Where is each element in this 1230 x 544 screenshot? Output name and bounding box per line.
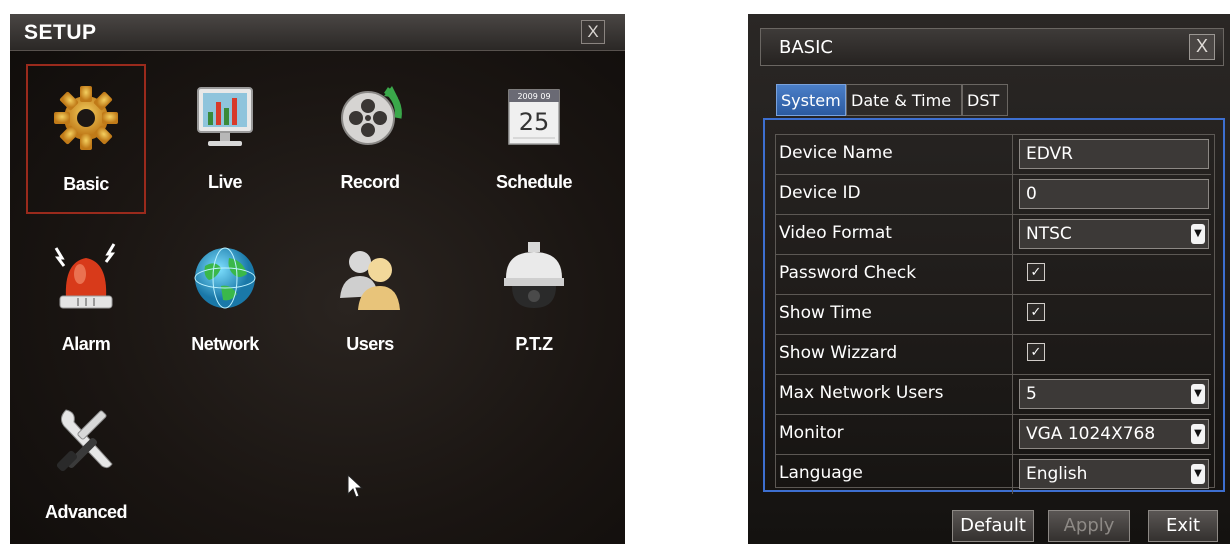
setup-item-label: P.T.Z bbox=[515, 334, 553, 354]
video-format-label: Video Format bbox=[775, 214, 1013, 254]
row-language: Language English ▼ bbox=[775, 454, 1211, 494]
row-show-time: Show Time ✓ bbox=[775, 294, 1211, 335]
alarm-siren-icon bbox=[54, 243, 116, 309]
row-device-id: Device ID 0 bbox=[775, 174, 1211, 215]
max-network-users-select[interactable]: 5 ▼ bbox=[1019, 379, 1209, 409]
apply-button[interactable]: Apply bbox=[1048, 510, 1130, 542]
globe-icon bbox=[194, 247, 256, 309]
setup-item-label: Live bbox=[207, 172, 243, 192]
show-wizzard-label: Show Wizzard bbox=[775, 334, 1013, 374]
setup-item-label: Alarm bbox=[61, 334, 111, 354]
row-video-format: Video Format NTSC ▼ bbox=[775, 214, 1211, 255]
setup-item-label: Record bbox=[340, 172, 400, 192]
setup-item-basic[interactable]: Basic bbox=[26, 64, 146, 214]
setup-item-label: Network bbox=[191, 334, 259, 354]
gear-icon bbox=[54, 86, 118, 150]
row-monitor: Monitor VGA 1024X768 ▼ bbox=[775, 414, 1211, 455]
video-format-select[interactable]: NTSC ▼ bbox=[1019, 219, 1209, 249]
device-id-label: Device ID bbox=[775, 174, 1013, 214]
setup-item-network[interactable]: Network bbox=[165, 226, 285, 376]
basic-close-button[interactable]: X bbox=[1189, 34, 1215, 60]
chevron-down-icon[interactable]: ▼ bbox=[1191, 464, 1205, 484]
system-settings-panel: Device Name EDVR Device ID 0 Video Forma… bbox=[763, 118, 1225, 494]
basic-title: BASIC bbox=[779, 37, 833, 58]
setup-item-live[interactable]: Live bbox=[165, 64, 285, 214]
setup-window: SETUP X Basic Live Record 2009 09 25 Sch… bbox=[10, 14, 625, 544]
mouse-pointer-icon bbox=[347, 474, 363, 498]
row-max-network-users: Max Network Users 5 ▼ bbox=[775, 374, 1211, 415]
tools-icon bbox=[56, 409, 113, 472]
exit-button[interactable]: Exit bbox=[1148, 510, 1218, 542]
video-format-value: NTSC bbox=[1026, 224, 1072, 244]
monitor-value: VGA 1024X768 bbox=[1026, 424, 1156, 444]
setup-item-label: Schedule bbox=[495, 172, 573, 192]
max-network-users-label: Max Network Users bbox=[775, 374, 1013, 414]
calendar-top-text: 2009 09 bbox=[517, 92, 550, 101]
calendar-icon: 2009 09 25 bbox=[508, 89, 560, 145]
password-check-checkbox[interactable]: ✓ bbox=[1027, 263, 1045, 281]
language-value: English bbox=[1026, 464, 1088, 484]
setup-item-alarm[interactable]: Alarm bbox=[26, 226, 146, 376]
chevron-down-icon[interactable]: ▼ bbox=[1191, 384, 1205, 404]
basic-window: BASIC X System Date & Time DST Device Na… bbox=[748, 14, 1230, 544]
setup-item-label: Advanced bbox=[44, 502, 128, 522]
monitor-label: Monitor bbox=[775, 414, 1013, 454]
device-id-input[interactable]: 0 bbox=[1019, 179, 1209, 209]
language-select[interactable]: English ▼ bbox=[1019, 459, 1209, 489]
show-time-label: Show Time bbox=[775, 294, 1013, 334]
default-button[interactable]: Default bbox=[952, 510, 1034, 542]
language-label: Language bbox=[775, 454, 1013, 494]
basic-titlebar: BASIC X bbox=[760, 28, 1224, 66]
chevron-down-icon[interactable]: ▼ bbox=[1191, 224, 1205, 244]
tab-date-time[interactable]: Date & Time bbox=[846, 84, 962, 116]
setup-close-button[interactable]: X bbox=[581, 20, 605, 44]
row-show-wizzard: Show Wizzard ✓ bbox=[775, 334, 1211, 375]
calendar-day-text: 25 bbox=[519, 108, 550, 136]
setup-item-record[interactable]: Record bbox=[310, 64, 430, 214]
tab-system[interactable]: System bbox=[776, 84, 846, 116]
device-name-label: Device Name bbox=[775, 134, 1013, 174]
device-name-input[interactable]: EDVR bbox=[1019, 139, 1209, 169]
users-icon bbox=[340, 251, 400, 310]
password-check-label: Password Check bbox=[775, 254, 1013, 294]
setup-titlebar: SETUP X bbox=[10, 14, 625, 51]
film-reel-icon bbox=[341, 86, 402, 145]
max-network-users-value: 5 bbox=[1026, 384, 1037, 404]
setup-item-schedule[interactable]: 2009 09 25 Schedule bbox=[474, 64, 594, 214]
tab-dst[interactable]: DST bbox=[962, 84, 1008, 116]
dome-camera-icon bbox=[504, 242, 564, 308]
show-time-checkbox[interactable]: ✓ bbox=[1027, 303, 1045, 321]
row-device-name: Device Name EDVR bbox=[775, 134, 1211, 175]
setup-item-users[interactable]: Users bbox=[310, 226, 430, 376]
setup-item-ptz[interactable]: P.T.Z bbox=[474, 226, 594, 376]
monitor-chart-icon bbox=[197, 87, 253, 146]
setup-title: SETUP bbox=[24, 21, 97, 44]
setup-item-advanced[interactable]: Advanced bbox=[26, 386, 146, 536]
row-password-check: Password Check ✓ bbox=[775, 254, 1211, 295]
setup-item-label: Basic bbox=[63, 174, 109, 194]
show-wizzard-checkbox[interactable]: ✓ bbox=[1027, 343, 1045, 361]
chevron-down-icon[interactable]: ▼ bbox=[1191, 424, 1205, 444]
monitor-select[interactable]: VGA 1024X768 ▼ bbox=[1019, 419, 1209, 449]
setup-item-label: Users bbox=[346, 334, 394, 354]
